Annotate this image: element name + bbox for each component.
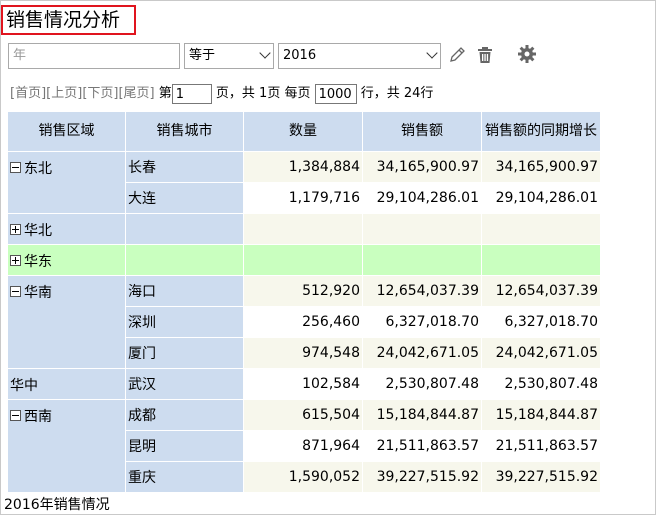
- city-cell: 厦门: [125, 337, 244, 369]
- qty-cell: 615,504: [243, 399, 363, 431]
- table-row: 西南 成都 615,504 15,184,844.87 15,184,844.87: [7, 399, 601, 493]
- growth-cell: 24,042,671.05: [481, 337, 601, 369]
- sales-cell: 12,654,037.39: [362, 275, 482, 307]
- chevron-down-icon: [426, 47, 438, 59]
- report-title: 销售情况分析: [1, 5, 136, 35]
- city-cell: [125, 213, 244, 245]
- qty-cell: 1,590,052: [243, 461, 363, 493]
- sales-cell: 29,104,286.01: [362, 182, 482, 214]
- city-cell: [125, 244, 244, 276]
- column-header[interactable]: 销售额的同期增长: [481, 111, 601, 152]
- city-cell: 海口: [125, 275, 244, 307]
- growth-cell: [481, 213, 601, 245]
- collapse-icon[interactable]: [10, 162, 21, 173]
- growth-cell: 34,165,900.97: [481, 151, 601, 183]
- region-cell: 西南: [7, 399, 126, 493]
- sales-cell: [362, 244, 482, 276]
- qty-cell: 102,584: [243, 368, 363, 400]
- sales-cell: 39,227,515.92: [362, 461, 482, 493]
- next-page-link[interactable]: [下页]: [82, 86, 118, 101]
- sales-cell: [362, 213, 482, 245]
- region-cell: 华中: [7, 368, 126, 400]
- qty-cell: 512,920: [243, 275, 363, 307]
- first-page-link[interactable]: [首页]: [10, 86, 46, 101]
- expand-icon[interactable]: [10, 255, 21, 266]
- growth-cell: 39,227,515.92: [481, 461, 601, 493]
- qty-cell: 1,384,884: [243, 151, 363, 183]
- growth-cell: 29,104,286.01: [481, 182, 601, 214]
- column-header[interactable]: 数量: [243, 111, 363, 152]
- region-label: 华南: [24, 285, 52, 301]
- region-label: 华中: [10, 378, 38, 394]
- page-prefix: 第: [158, 86, 172, 101]
- trash-icon[interactable]: [475, 45, 495, 65]
- city-cell: 大连: [125, 182, 244, 214]
- page-input[interactable]: 1: [171, 83, 212, 104]
- prev-page-link[interactable]: [上页]: [46, 86, 82, 101]
- sales-cell: 24,042,671.05: [362, 337, 482, 369]
- table-body: 东北 长春 1,384,884 34,165,900.97 34,165,900.97 大…: [7, 151, 601, 493]
- region-cell: 华南: [7, 275, 126, 369]
- chevron-down-icon: [259, 47, 271, 59]
- city-cell: 成都: [125, 399, 244, 431]
- city-cell: 昆明: [125, 430, 244, 462]
- rows-suffix: 行，共 24行: [360, 86, 434, 101]
- qty-cell: 1,179,716: [243, 182, 363, 214]
- region-label: 西南: [24, 409, 52, 425]
- table-row: 华北: [7, 213, 601, 245]
- growth-cell: 6,327,018.70: [481, 306, 601, 338]
- table-row: 华南 海口 512,920 12,654,037.39 12,654,037.39: [7, 275, 601, 369]
- city-cell: 重庆: [125, 461, 244, 493]
- field-input[interactable]: 年: [8, 43, 180, 69]
- operator-select[interactable]: 等于: [184, 43, 274, 69]
- growth-cell: 21,511,863.57: [481, 430, 601, 462]
- value-select[interactable]: 2016: [278, 43, 441, 69]
- region-cell: 东北: [7, 151, 126, 214]
- footer-caption: 2016年销售情况: [4, 497, 110, 513]
- region-cell: 华北: [7, 213, 126, 245]
- qty-cell: 871,964: [243, 430, 363, 462]
- column-header[interactable]: 销售区域: [7, 111, 126, 152]
- city-cell: 武汉: [125, 368, 244, 400]
- sales-cell: 2,530,807.48: [362, 368, 482, 400]
- table-row: 华东: [7, 244, 601, 276]
- region-cell: 华东: [7, 244, 126, 276]
- expand-icon[interactable]: [10, 224, 21, 235]
- column-header[interactable]: 销售城市: [125, 111, 244, 152]
- region-label: 华北: [24, 223, 52, 239]
- table-header-row: 销售区域 销售城市 数量 销售额 销售额的同期增长: [7, 111, 601, 152]
- sales-cell: 34,165,900.97: [362, 151, 482, 183]
- last-page-link[interactable]: [尾页]: [118, 86, 154, 101]
- per-page-input[interactable]: 1000: [314, 83, 357, 104]
- qty-cell: 974,548: [243, 337, 363, 369]
- city-cell: 深圳: [125, 306, 244, 338]
- sales-cell: 21,511,863.57: [362, 430, 482, 462]
- growth-cell: [481, 244, 601, 276]
- sales-cell: 6,327,018.70: [362, 306, 482, 338]
- gear-icon[interactable]: [516, 43, 538, 65]
- sales-cell: 15,184,844.87: [362, 399, 482, 431]
- pager: [首页][上页][下页][尾页] 第1 页，共 1页 每页 1000 行，共 2…: [10, 83, 433, 105]
- column-header[interactable]: 销售额: [362, 111, 482, 152]
- qty-cell: 256,460: [243, 306, 363, 338]
- qty-cell: [243, 244, 363, 276]
- growth-cell: 12,654,037.39: [481, 275, 601, 307]
- value-selected: 2016: [283, 48, 317, 63]
- pencil-icon[interactable]: [447, 45, 467, 65]
- sales-table: 销售区域 销售城市 数量 销售额 销售额的同期增长 东北 长春 1,384,884 34,16…: [7, 111, 601, 493]
- collapse-icon[interactable]: [10, 410, 21, 421]
- table-row: 东北 长春 1,384,884 34,165,900.97 34,165,900.97: [7, 151, 601, 214]
- city-cell: 长春: [125, 151, 244, 183]
- page-suffix: 页，共 1页 每页: [215, 86, 311, 101]
- operator-value: 等于: [189, 48, 216, 63]
- growth-cell: 15,184,844.87: [481, 399, 601, 431]
- table-row: 华中 武汉 102,584 2,530,807.48 2,530,807.48: [7, 368, 601, 400]
- qty-cell: [243, 213, 363, 245]
- growth-cell: 2,530,807.48: [481, 368, 601, 400]
- collapse-icon[interactable]: [10, 286, 21, 297]
- field-placeholder: 年: [13, 48, 27, 63]
- region-label: 华东: [24, 254, 52, 270]
- region-label: 东北: [24, 161, 52, 177]
